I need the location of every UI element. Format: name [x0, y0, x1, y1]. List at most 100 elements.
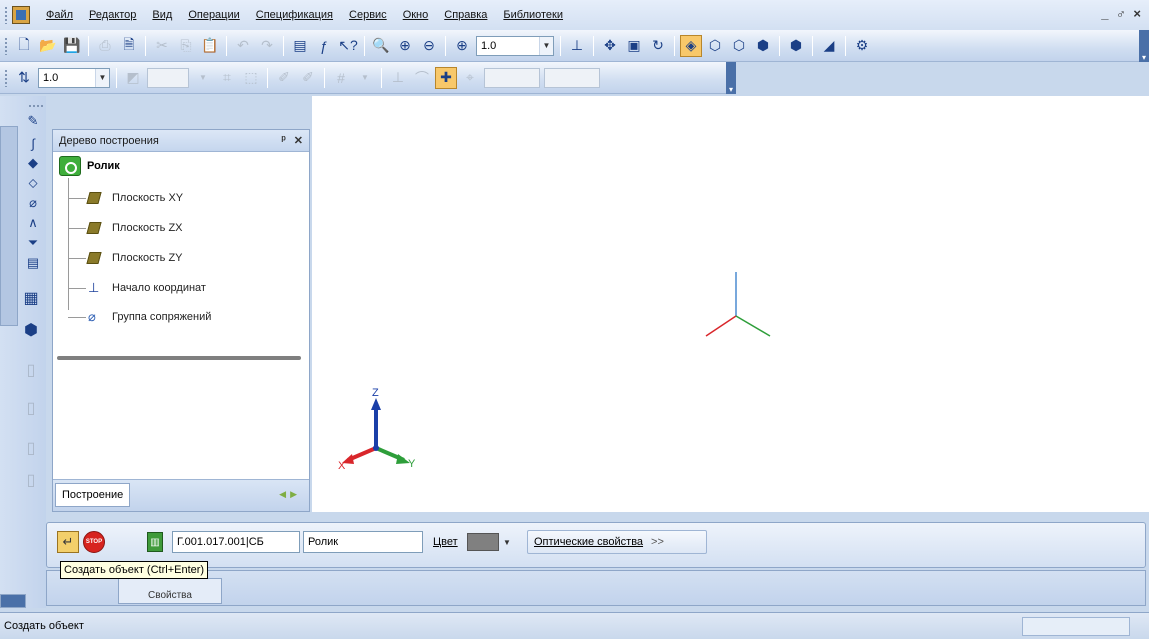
designation-field[interactable]: Г.001.017.001|СБ: [172, 531, 300, 553]
chevron-down-icon[interactable]: ▼: [95, 68, 109, 87]
grid-icon[interactable]: #: [330, 67, 352, 89]
menu-view[interactable]: Вид: [144, 9, 180, 21]
origin-triad[interactable]: [705, 272, 771, 337]
app-icon[interactable]: [12, 6, 30, 24]
section-icon[interactable]: ◢: [818, 35, 840, 57]
tab-properties[interactable]: Свойства: [118, 578, 222, 604]
panel-tab-strip[interactable]: [0, 126, 18, 326]
toolbar-grip[interactable]: [4, 36, 8, 55]
tab-construction[interactable]: Построение: [55, 483, 131, 507]
disabled-tool-icon[interactable]: ▯: [20, 358, 42, 382]
chevron-down-icon[interactable]: ▼: [539, 36, 553, 55]
step-cursor-icon[interactable]: ⇅: [13, 67, 35, 89]
plane-field[interactable]: [147, 67, 189, 88]
panel-expand-tab[interactable]: [0, 594, 26, 608]
pan-icon[interactable]: ✥: [599, 35, 621, 57]
perspective-icon[interactable]: ⬢: [785, 35, 807, 57]
preview-icon[interactable]: 🗎: [118, 35, 140, 57]
spec-icon[interactable]: ▤: [24, 254, 42, 272]
cut-icon[interactable]: ✂: [151, 35, 173, 57]
zoom-in-icon[interactable]: ⊕: [394, 35, 416, 57]
local-cs-icon[interactable]: ⬚: [240, 67, 262, 89]
surfaces-icon[interactable]: ⬦: [24, 174, 42, 192]
panel-grip[interactable]: [28, 104, 44, 108]
filter-icon[interactable]: ⚙: [851, 35, 873, 57]
stop-button[interactable]: STOP: [83, 531, 105, 553]
edit-details-icon[interactable]: ✎: [24, 112, 42, 130]
model-viewport[interactable]: Z X Y: [312, 96, 1149, 512]
paste-icon[interactable]: 📋: [199, 35, 221, 57]
zoom-scale-icon[interactable]: ⊕: [451, 35, 473, 57]
undo-icon[interactable]: ↶: [232, 35, 254, 57]
mates-icon[interactable]: ⌀: [24, 194, 42, 212]
cursor-coords-icon[interactable]: ✚: [435, 66, 457, 89]
tree-item-origin[interactable]: ⊥ Начало координат: [68, 281, 206, 295]
points-icon[interactable]: ◆: [24, 154, 42, 172]
print-icon[interactable]: ⎙: [94, 35, 116, 57]
close-icon[interactable]: ✕: [294, 134, 303, 147]
ortho-icon[interactable]: ⊥: [387, 67, 409, 89]
menu-file[interactable]: Файл: [38, 9, 81, 21]
sketch-plane-icon[interactable]: ◩: [122, 67, 144, 89]
save-icon[interactable]: 💾: [61, 35, 83, 57]
book-icon[interactable]: ▥: [147, 532, 163, 552]
optical-properties-button[interactable]: Оптические свойства >>: [527, 530, 707, 554]
copy-icon[interactable]: ⎘: [175, 35, 197, 57]
function-icon[interactable]: ƒ: [313, 35, 335, 57]
toolbar-grip[interactable]: [4, 68, 8, 87]
name-field[interactable]: Ролик: [303, 531, 423, 553]
chevron-down-icon[interactable]: ▼: [354, 67, 376, 89]
zoom-combo[interactable]: 1.0 ▼: [476, 35, 554, 56]
snap-icon[interactable]: ⌗: [216, 67, 238, 89]
shaded-edges-icon[interactable]: ◈: [680, 34, 702, 57]
menu-operations[interactable]: Операции: [180, 9, 247, 21]
chevron-down-icon[interactable]: ▼: [192, 67, 214, 89]
tree-item-mate-group[interactable]: ⌀ Группа сопряжений: [68, 310, 211, 324]
zoom-out-icon[interactable]: ⊖: [418, 35, 440, 57]
sketch-edit-icon[interactable]: ✐: [297, 67, 319, 89]
tab-scroll-arrows-icon[interactable]: ◀▶: [279, 489, 301, 500]
tree-item-plane-zx[interactable]: Плоскость ZX: [68, 222, 183, 234]
create-object-button[interactable]: ↵: [57, 531, 79, 553]
disabled-tool-icon[interactable]: ▯: [20, 436, 42, 460]
fit-icon[interactable]: ▣: [623, 35, 645, 57]
toolbar-overflow-icon[interactable]: ▾: [726, 61, 736, 94]
filters-icon[interactable]: ⏷: [24, 234, 42, 252]
orientation-icon[interactable]: ⊥: [566, 35, 588, 57]
rotate-icon[interactable]: ↻: [647, 35, 669, 57]
coord-x-field[interactable]: [484, 67, 540, 88]
tree-scrollbar[interactable]: [57, 356, 301, 360]
pin-icon[interactable]: ᵖ: [281, 134, 285, 147]
menu-specification[interactable]: Спецификация: [248, 9, 341, 21]
menu-libraries[interactable]: Библиотеки: [495, 9, 571, 21]
hidden-lines-icon[interactable]: ⬡: [728, 35, 750, 57]
chevron-down-icon[interactable]: ▼: [501, 533, 513, 551]
assembly-icon[interactable]: ⬢: [20, 318, 42, 342]
menu-help[interactable]: Справка: [436, 9, 495, 21]
step-combo[interactable]: 1.0 ▼: [38, 67, 110, 88]
menu-service[interactable]: Сервис: [341, 9, 395, 21]
measure-icon[interactable]: ∧: [24, 214, 42, 232]
coords-icon[interactable]: ⌖: [459, 67, 481, 89]
wireframe-icon[interactable]: ⬡: [704, 35, 726, 57]
new-file-icon[interactable]: 🗋: [13, 35, 35, 57]
window-controls[interactable]: _ ♂ ×: [1101, 6, 1143, 21]
component-icon[interactable]: ▦: [20, 286, 42, 310]
menu-edit[interactable]: Редактор: [81, 9, 144, 21]
sketch-icon[interactable]: ✐: [273, 67, 295, 89]
tree-item-plane-xy[interactable]: Плоскость XY: [68, 192, 183, 204]
variables-icon[interactable]: ▤: [289, 35, 311, 57]
round-icon[interactable]: ⌒: [411, 67, 433, 89]
open-file-icon[interactable]: 📂: [37, 35, 59, 57]
menubar-grip[interactable]: [4, 6, 8, 24]
toolbar-overflow-icon[interactable]: ▾: [1139, 29, 1149, 62]
coord-y-field[interactable]: [544, 67, 600, 88]
disabled-tool-icon[interactable]: ▯: [20, 468, 42, 492]
redo-icon[interactable]: ↷: [256, 35, 278, 57]
zoom-window-icon[interactable]: 🔍: [370, 35, 392, 57]
curves-icon[interactable]: ∫: [24, 134, 42, 152]
menu-window[interactable]: Окно: [395, 9, 437, 21]
shaded-icon[interactable]: ⬢: [752, 35, 774, 57]
tree-root[interactable]: Ролик: [59, 156, 120, 176]
tree-item-plane-zy[interactable]: Плоскость ZY: [68, 252, 183, 264]
